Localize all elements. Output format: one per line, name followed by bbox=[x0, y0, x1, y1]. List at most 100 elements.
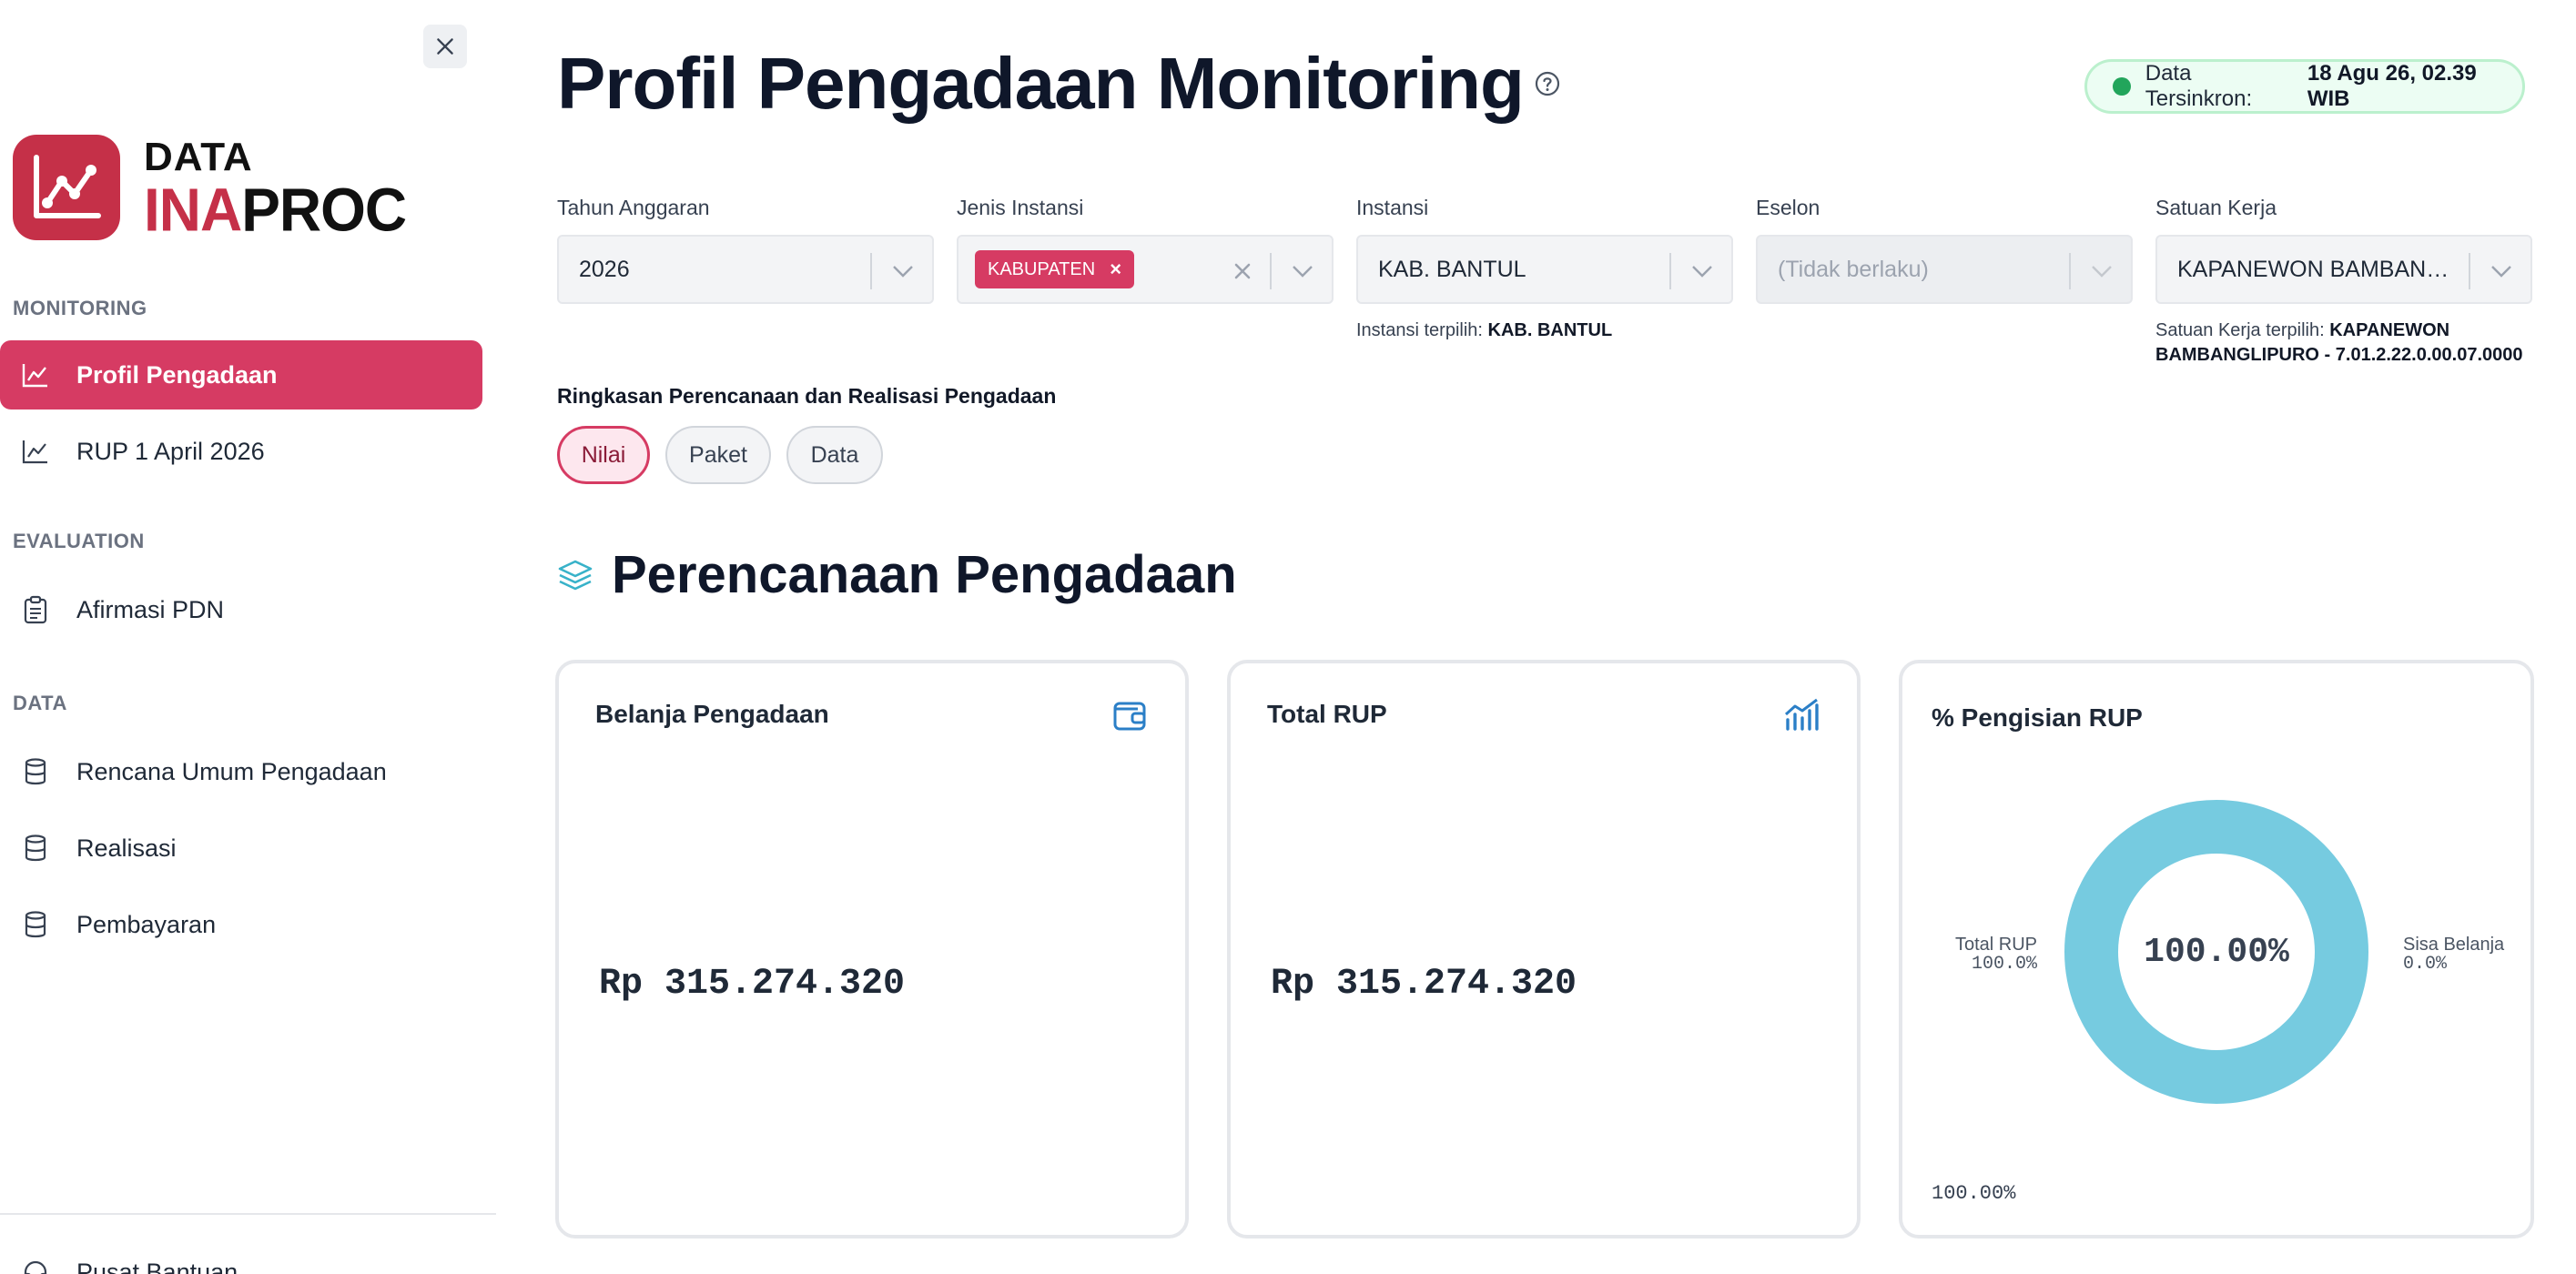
sidebar-item-pusat-bantuan[interactable]: Pusat Bantuan bbox=[0, 1238, 482, 1274]
logo-proc: PROC bbox=[241, 175, 407, 245]
select-separator bbox=[870, 253, 872, 289]
layers-icon bbox=[558, 560, 593, 590]
tab-data[interactable]: Data bbox=[786, 426, 883, 484]
tag-label: KABUPATEN bbox=[988, 258, 1096, 279]
tab-nilai[interactable]: Nilai bbox=[557, 426, 650, 484]
database-icon bbox=[20, 756, 51, 787]
select-separator bbox=[1669, 253, 1671, 289]
card-value: Rp 315.274.320 bbox=[599, 964, 906, 1005]
headset-icon bbox=[20, 1257, 51, 1274]
satuan-kerja-select[interactable]: KAPANEWON BAMBANGLIPURO bbox=[2155, 235, 2532, 304]
filter-instansi: Instansi KAB. BANTUL Instansi terpilih: … bbox=[1356, 196, 1733, 343]
sidebar-item-rencana-umum-pengadaan[interactable]: Rencana Umum Pengadaan bbox=[0, 737, 482, 806]
page-title: Profil Pengadaan Monitoring bbox=[557, 43, 1525, 124]
sidebar: DATA INAPROC MONITORING Profil Pengadaan… bbox=[0, 0, 496, 1274]
selected-tag: KABUPATEN × bbox=[975, 250, 1135, 288]
select-separator bbox=[2069, 253, 2071, 289]
hint-label: Satuan Kerja terpilih: bbox=[2155, 320, 2325, 340]
hint-label: Instansi terpilih: bbox=[1356, 320, 1483, 340]
card-title: Belanja Pengadaan bbox=[595, 700, 829, 728]
chevron-down-icon[interactable] bbox=[1689, 260, 1715, 282]
select-value: (Tidak berlaku) bbox=[1778, 256, 1929, 282]
card-title: Total RUP bbox=[1267, 700, 1387, 728]
card-belanja-pengadaan: Belanja Pengadaan Rp 315.274.320 bbox=[555, 660, 1189, 1239]
sidebar-item-label: Pembayaran bbox=[76, 910, 217, 938]
remove-tag-icon[interactable]: × bbox=[1110, 258, 1121, 281]
card-value: Rp 315.274.320 bbox=[1271, 964, 1577, 1005]
filter-label: Instansi bbox=[1356, 196, 1429, 219]
sidebar-item-afirmasi-pdn[interactable]: Afirmasi PDN bbox=[0, 575, 482, 644]
sync-label: Data Tersinkron: bbox=[2145, 61, 2253, 111]
filter-label: Jenis Instansi bbox=[957, 196, 1084, 219]
line-chart-icon bbox=[20, 436, 51, 467]
section-label-monitoring: MONITORING bbox=[13, 297, 147, 319]
section-label-data: DATA bbox=[13, 692, 67, 714]
select-value: 2026 bbox=[579, 256, 630, 282]
close-icon bbox=[437, 38, 453, 55]
select-value: KAB. BANTUL bbox=[1378, 256, 1526, 282]
legend-name: Sisa Belanja bbox=[2403, 935, 2505, 955]
filter-tahun-anggaran: Tahun Anggaran 2026 bbox=[557, 196, 934, 304]
sync-timestamp: 18 Agu 26, 02.39 WIB bbox=[2307, 61, 2477, 111]
donut-center-label: 100.00% bbox=[2144, 932, 2289, 972]
tahun-anggaran-select[interactable]: 2026 bbox=[557, 235, 934, 304]
filter-label: Eselon bbox=[1756, 196, 1820, 219]
select-separator bbox=[2469, 253, 2470, 289]
satker-selected-hint: Satuan Kerja terpilih: KAPANEWON BAMBANG… bbox=[2155, 318, 2547, 368]
close-sidebar-button[interactable] bbox=[423, 25, 467, 68]
legend-total-rup: Total RUP 100.0% bbox=[1946, 935, 2037, 975]
tab-paket[interactable]: Paket bbox=[665, 426, 771, 484]
chevron-down-icon[interactable] bbox=[2489, 260, 2514, 282]
section-label-evaluation: EVALUATION bbox=[13, 530, 145, 552]
sidebar-item-rup-1-april[interactable]: RUP 1 April 2026 bbox=[0, 417, 482, 486]
logo-ina: INA bbox=[144, 175, 242, 245]
chevron-down-icon[interactable] bbox=[1290, 260, 1315, 282]
logo[interactable]: DATA INAPROC bbox=[13, 135, 407, 241]
help-icon[interactable] bbox=[1535, 71, 1560, 96]
select-separator bbox=[1270, 253, 1272, 289]
bar-trend-icon bbox=[1784, 698, 1819, 731]
sidebar-item-label: Rencana Umum Pengadaan bbox=[76, 757, 387, 785]
card-footer-value: 100.00% bbox=[1932, 1182, 2016, 1205]
filter-label: Satuan Kerja bbox=[2155, 196, 2277, 219]
database-icon bbox=[20, 833, 51, 864]
chevron-down-icon[interactable] bbox=[890, 260, 916, 282]
card-pengisian-rup: % Pengisian RUP Total RUP 100.0% 100.00%… bbox=[1899, 660, 2534, 1239]
sidebar-divider bbox=[0, 1213, 496, 1215]
clear-selection-icon[interactable] bbox=[1230, 258, 1255, 284]
donut-chart: 100.00% bbox=[2064, 800, 2368, 1104]
summary-label: Ringkasan Perencanaan dan Realisasi Peng… bbox=[557, 384, 1057, 408]
eselon-select: (Tidak berlaku) bbox=[1756, 235, 2133, 304]
chevron-down-icon bbox=[2092, 266, 2112, 278]
legend-value: 0.0% bbox=[2403, 954, 2448, 975]
filter-satuan-kerja: Satuan Kerja KAPANEWON BAMBANGLIPURO Sat… bbox=[2155, 196, 2532, 368]
filter-label: Tahun Anggaran bbox=[557, 196, 710, 219]
filter-jenis-instansi: Jenis Instansi KABUPATEN × bbox=[957, 196, 1334, 304]
clipboard-icon bbox=[20, 594, 51, 625]
sidebar-item-label: Pusat Bantuan bbox=[76, 1258, 238, 1274]
sidebar-item-realisasi[interactable]: Realisasi bbox=[0, 814, 482, 883]
legend-value: 100.0% bbox=[1971, 954, 2037, 975]
select-value: KAPANEWON BAMBANGLIPURO bbox=[2177, 256, 2450, 282]
sidebar-item-pembayaran[interactable]: Pembayaran bbox=[0, 890, 482, 959]
database-icon bbox=[20, 909, 51, 940]
instansi-selected-hint: Instansi terpilih: KAB. BANTUL bbox=[1356, 318, 1733, 343]
section-header: Perencanaan Pengadaan bbox=[557, 544, 1237, 605]
filter-eselon: Eselon (Tidak berlaku) bbox=[1756, 196, 2133, 304]
card-total-rup: Total RUP Rp 315.274.320 bbox=[1227, 660, 1861, 1239]
sidebar-item-label: Afirmasi PDN bbox=[76, 595, 225, 623]
wallet-icon bbox=[1113, 702, 1146, 731]
logo-wordmark: DATA INAPROC bbox=[144, 135, 407, 241]
section-title: Perencanaan Pengadaan bbox=[612, 545, 1237, 604]
logo-chart-icon bbox=[13, 135, 120, 240]
sidebar-item-profil-pengadaan[interactable]: Profil Pengadaan bbox=[0, 340, 482, 410]
instansi-select[interactable]: KAB. BANTUL bbox=[1356, 235, 1733, 304]
sidebar-item-label: RUP 1 April 2026 bbox=[76, 437, 265, 465]
logo-inaproc-text: INAPROC bbox=[144, 179, 407, 240]
card-title: % Pengisian RUP bbox=[1932, 703, 2143, 732]
line-chart-icon bbox=[20, 359, 51, 390]
legend-name: Total RUP bbox=[1954, 935, 2037, 955]
sync-status-badge: Data Tersinkron: 18 Agu 26, 02.39 WIB bbox=[2084, 59, 2525, 114]
logo-data-text: DATA bbox=[144, 135, 253, 179]
jenis-instansi-select[interactable]: KABUPATEN × bbox=[957, 235, 1334, 304]
